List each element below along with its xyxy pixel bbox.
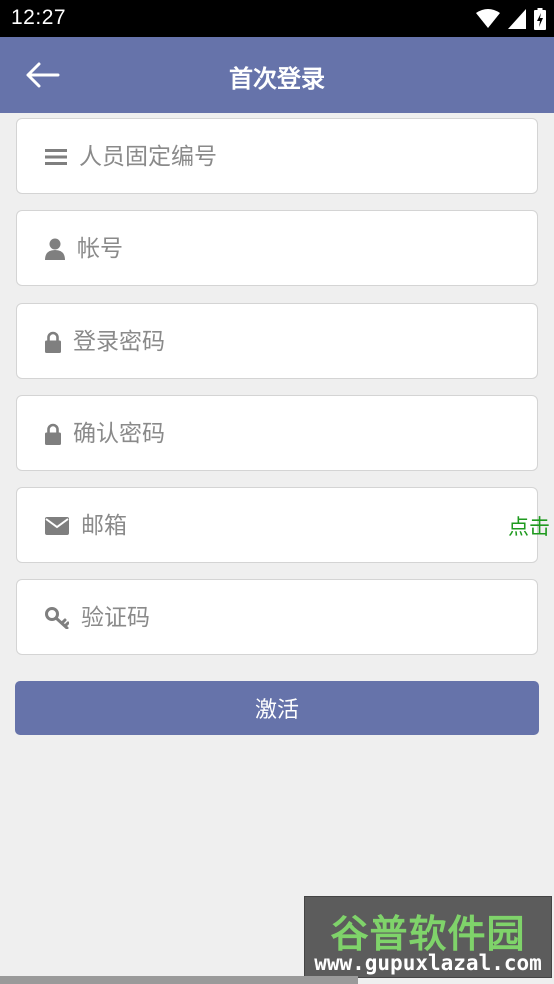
employee-id-input[interactable] [79, 137, 521, 177]
lock-icon [45, 331, 61, 353]
watermark: 谷普软件园 www.gupuxlazal.com [304, 896, 552, 978]
status-icons [476, 8, 546, 30]
account-input[interactable] [77, 229, 521, 269]
account-field [16, 210, 538, 286]
status-time: 12:27 [11, 6, 67, 29]
key-icon [45, 607, 69, 629]
watermark-url: www.gupuxlazal.com [314, 951, 542, 975]
status-bar: 12:27 [0, 0, 554, 37]
activate-button[interactable]: 激活 [15, 681, 539, 735]
battery-icon [534, 8, 546, 30]
envelope-icon [45, 515, 69, 537]
password-input[interactable] [73, 322, 521, 362]
cellular-signal-icon [508, 9, 526, 29]
app-bar: 首次登录 [0, 37, 554, 113]
watermark-title: 谷普软件园 [330, 912, 526, 956]
user-icon [45, 238, 65, 260]
verification-code-input[interactable] [81, 598, 521, 638]
employee-id-field [16, 118, 538, 194]
verification-code-field [16, 579, 538, 655]
confirm-password-input[interactable] [73, 414, 521, 454]
send-code-button[interactable]: 点击 [508, 511, 550, 541]
wifi-icon [476, 9, 500, 28]
confirm-password-field [16, 395, 538, 471]
email-field [16, 487, 538, 563]
password-field [16, 303, 538, 379]
list-icon [45, 146, 67, 168]
bottom-scroll-indicator [0, 976, 358, 984]
email-input[interactable] [81, 506, 521, 546]
page-title: 首次登录 [229, 65, 325, 93]
lock-icon [45, 423, 61, 445]
